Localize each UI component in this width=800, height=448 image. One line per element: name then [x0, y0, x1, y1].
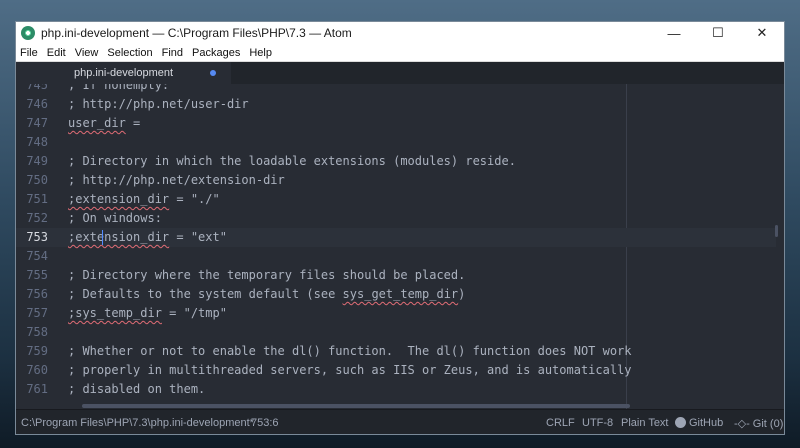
code-line: 761 ; disabled on them. [16, 380, 776, 399]
spellcheck-mark: sys_get_temp_dir [342, 287, 459, 301]
spellcheck-mark: user_dir [68, 116, 126, 130]
line-number: 755 [26, 268, 48, 282]
menu-help[interactable]: Help [245, 47, 277, 59]
horizontal-scrollbar[interactable] [82, 404, 630, 408]
code-text: ; On windows: [68, 211, 162, 225]
github-icon [675, 417, 686, 428]
code-text: ; Whether or not to enable the dl() func… [68, 344, 632, 358]
status-cursor-position[interactable]: 753:6 [251, 417, 279, 429]
line-number: 758 [26, 325, 48, 339]
code-text: ;sys_temp_dir = "/tmp" [68, 306, 227, 320]
menu-selection[interactable]: Selection [103, 47, 157, 59]
tab-label: php.ini-development [73, 67, 174, 79]
code-line: 756 ; Defaults to the system default (se… [16, 285, 776, 304]
spellcheck-mark: ;extension_dir [68, 230, 170, 244]
line-number: 751 [26, 192, 48, 206]
tab-php-ini-development[interactable]: php.ini-development [16, 62, 231, 84]
code-text: ; disabled on them. [68, 382, 206, 396]
spellcheck-mark: ;extension_dir [68, 192, 170, 206]
code-line: 747 user_dir = [16, 114, 776, 133]
status-git[interactable]: -◇- Git (0) [734, 417, 783, 430]
code-text: user_dir = [68, 116, 141, 130]
status-github[interactable]: GitHub [675, 417, 723, 429]
minimize-button[interactable]: — [652, 22, 696, 44]
code-text: ; Directory in which the loadable extens… [68, 154, 516, 168]
line-number: 761 [26, 382, 48, 396]
status-file-path[interactable]: C:\Program Files\PHP\7.3\php.ini-develop… [21, 417, 254, 429]
git-icon: -◇- [734, 418, 750, 430]
line-number: 749 [26, 154, 48, 168]
code-text: ; Directory where the temporary files sh… [68, 268, 466, 282]
code-line: 760 ; properly in multithreaded servers,… [16, 361, 776, 380]
code-text: ; Defaults to the system default (see sy… [68, 287, 466, 301]
code-line: 757 ;sys_temp_dir = "/tmp" [16, 304, 776, 323]
line-number: 753 [26, 230, 48, 244]
text-cursor [102, 230, 103, 245]
code-line: 754 [16, 247, 776, 266]
menu-view[interactable]: View [71, 47, 104, 59]
line-number: 759 [26, 344, 48, 358]
status-encoding[interactable]: UTF-8 [582, 417, 613, 429]
code-text: ;extension_dir = "./" [68, 192, 220, 206]
atom-window: php.ini-development — C:\Program Files\P… [15, 21, 785, 435]
code-line: 750 ; http://php.net/extension-dir [16, 171, 776, 190]
close-button[interactable]: ✕ [740, 22, 784, 44]
menu-find[interactable]: Find [158, 47, 188, 59]
code-line: 749 ; Directory in which the loadable ex… [16, 152, 776, 171]
code-line: 755 ; Directory where the temporary file… [16, 266, 776, 285]
status-line-ending[interactable]: CRLF [546, 417, 575, 429]
spellcheck-mark: ;sys_temp_dir [68, 306, 162, 320]
code-line: 746 ; http://php.net/user-dir [16, 95, 776, 114]
code-line-active: 753 ;extension_dir = "ext" [16, 228, 776, 247]
code-line: 758 [16, 323, 776, 342]
status-grammar[interactable]: Plain Text [621, 417, 669, 429]
window-title: php.ini-development — C:\Program Files\P… [41, 26, 352, 40]
menu-bar: File Edit View Selection Find Packages H… [16, 44, 784, 62]
code-line: 752 ; On windows: [16, 209, 776, 228]
modified-dot-icon[interactable] [210, 70, 216, 76]
line-number: 760 [26, 363, 48, 377]
line-number: 750 [26, 173, 48, 187]
menu-file[interactable]: File [16, 47, 43, 59]
code-line: 748 [16, 133, 776, 152]
maximize-button[interactable]: ☐ [696, 22, 740, 44]
vertical-scrollbar[interactable] [775, 225, 778, 237]
atom-app-icon [21, 26, 35, 40]
line-number: 747 [26, 116, 48, 130]
code-text: ; http://php.net/extension-dir [68, 173, 285, 187]
code-text: ; http://php.net/user-dir [68, 97, 249, 111]
line-number: 756 [26, 287, 48, 301]
code-line: 751 ;extension_dir = "./" [16, 190, 776, 209]
code-line: 759 ; Whether or not to enable the dl() … [16, 342, 776, 361]
menu-edit[interactable]: Edit [43, 47, 71, 59]
line-number: 746 [26, 97, 48, 111]
line-number: 748 [26, 135, 48, 149]
menu-packages[interactable]: Packages [188, 47, 245, 59]
line-number: 757 [26, 306, 48, 320]
code-text: ;extension_dir = "ext" [68, 230, 227, 244]
text-editor[interactable]: 745 ; If nonempty: 746 ; http://php.net/… [16, 84, 784, 409]
tab-bar: php.ini-development [16, 62, 784, 84]
line-number: 754 [26, 249, 48, 263]
status-bar: C:\Program Files\PHP\7.3\php.ini-develop… [16, 409, 784, 434]
code-line-partial: 745 ; If nonempty: [26, 84, 170, 92]
title-bar: php.ini-development — C:\Program Files\P… [16, 22, 784, 44]
code-text: ; properly in multithreaded servers, suc… [68, 363, 632, 377]
line-number: 752 [26, 211, 48, 225]
